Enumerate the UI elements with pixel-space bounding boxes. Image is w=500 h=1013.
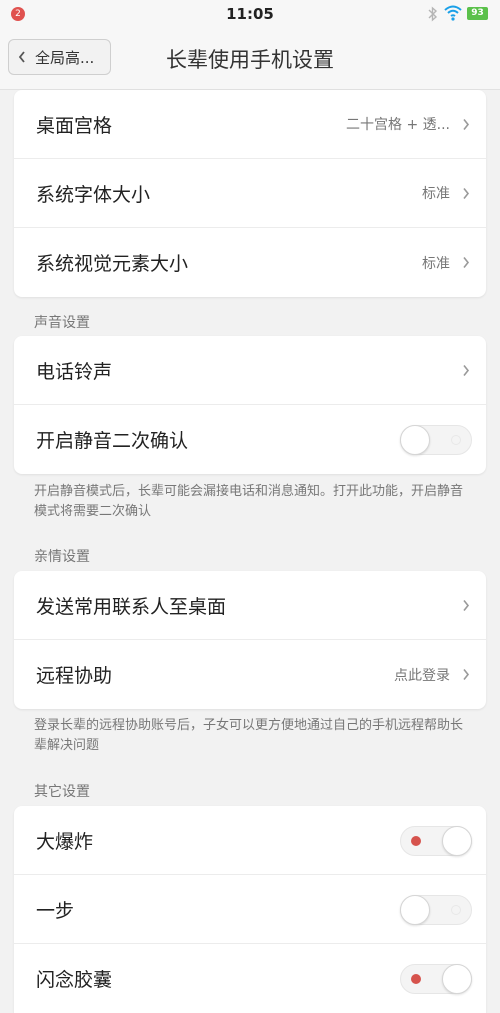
row-value: 二十宫格 + 透... <box>346 117 450 133</box>
toggle-indicator <box>451 905 461 915</box>
row-label: 闪念胶囊 <box>36 969 113 991</box>
status-bar: 2 11:05 93 <box>0 0 500 28</box>
flash-capsule-toggle[interactable] <box>400 964 472 994</box>
chevron-right-icon <box>463 188 470 199</box>
chevron-right-icon <box>463 119 470 130</box>
row-desktop-grid[interactable]: 桌面宫格 二十宫格 + 透... <box>14 90 486 159</box>
toggle-indicator <box>411 836 421 846</box>
row-value: 标准 <box>422 255 450 272</box>
row-label: 大爆炸 <box>36 830 94 853</box>
toggle-indicator <box>451 435 461 445</box>
chevron-right-icon <box>463 257 470 268</box>
row-mute-confirm: 开启静音二次确认 <box>14 405 486 474</box>
big-bang-toggle[interactable] <box>400 826 472 856</box>
page-title: 长辈使用手机设置 <box>166 48 334 72</box>
chevron-right-icon <box>463 365 470 376</box>
row-value: 点此登录 <box>394 667 450 684</box>
row-ringtone[interactable]: 电话铃声 <box>14 336 486 405</box>
row-label: 桌面宫格 <box>36 114 113 137</box>
wifi-icon <box>444 5 462 21</box>
row-label: 一步 <box>36 899 75 922</box>
toggle-indicator <box>411 974 421 984</box>
bluetooth-icon <box>428 6 438 22</box>
row-flash-capsule: 闪念胶囊 <box>14 944 486 1013</box>
status-time: 11:05 <box>226 5 274 23</box>
section-title-family: 亲情设置 <box>34 549 90 565</box>
display-settings-card: 桌面宫格 二十宫格 + 透... 系统字体大小 标准 系统视觉元素大小 标准 <box>14 90 486 297</box>
row-send-contacts[interactable]: 发送常用联系人至桌面 <box>14 571 486 640</box>
family-note: 登录长辈的远程协助账号后，子女可以更方便地通过自己的手机远程帮助长辈解决问题 <box>34 718 464 753</box>
row-label: 电话铃声 <box>36 360 113 383</box>
row-value: 标准 <box>422 186 450 202</box>
chevron-right-icon <box>463 669 470 680</box>
row-label: 远程协助 <box>36 665 113 687</box>
mute-confirm-toggle[interactable] <box>400 425 472 455</box>
row-remote-assist[interactable]: 远程协助 点此登录 <box>14 640 486 709</box>
header: 全局高... 长辈使用手机设置 <box>0 28 500 90</box>
toggle-knob <box>442 964 472 994</box>
row-label: 系统字体大小 <box>36 183 151 206</box>
row-label: 开启静音二次确认 <box>36 430 189 452</box>
row-label: 发送常用联系人至桌面 <box>36 595 227 618</box>
sound-note: 开启静音模式后，长辈可能会漏接电话和消息通知。打开此功能，开启静音模式将需要二次… <box>34 484 464 519</box>
section-title-other: 其它设置 <box>34 784 90 800</box>
toggle-knob <box>442 826 472 856</box>
toggle-knob <box>400 425 430 455</box>
row-big-bang: 大爆炸 <box>14 806 486 875</box>
row-visual-element-size[interactable]: 系统视觉元素大小 标准 <box>14 228 486 297</box>
row-font-size[interactable]: 系统字体大小 标准 <box>14 159 486 228</box>
chevron-right-icon <box>463 600 470 611</box>
battery-indicator: 93 <box>467 7 488 20</box>
row-label: 系统视觉元素大小 <box>36 253 189 275</box>
one-step-toggle[interactable] <box>400 895 472 925</box>
sound-settings-card: 电话铃声 开启静音二次确认 <box>14 336 486 474</box>
other-settings-card: 大爆炸 一步 闪念胶囊 <box>14 806 486 1013</box>
row-one-step: 一步 <box>14 875 486 944</box>
toggle-knob <box>400 895 430 925</box>
section-title-sound: 声音设置 <box>34 315 90 331</box>
family-settings-card: 发送常用联系人至桌面 远程协助 点此登录 <box>14 571 486 709</box>
